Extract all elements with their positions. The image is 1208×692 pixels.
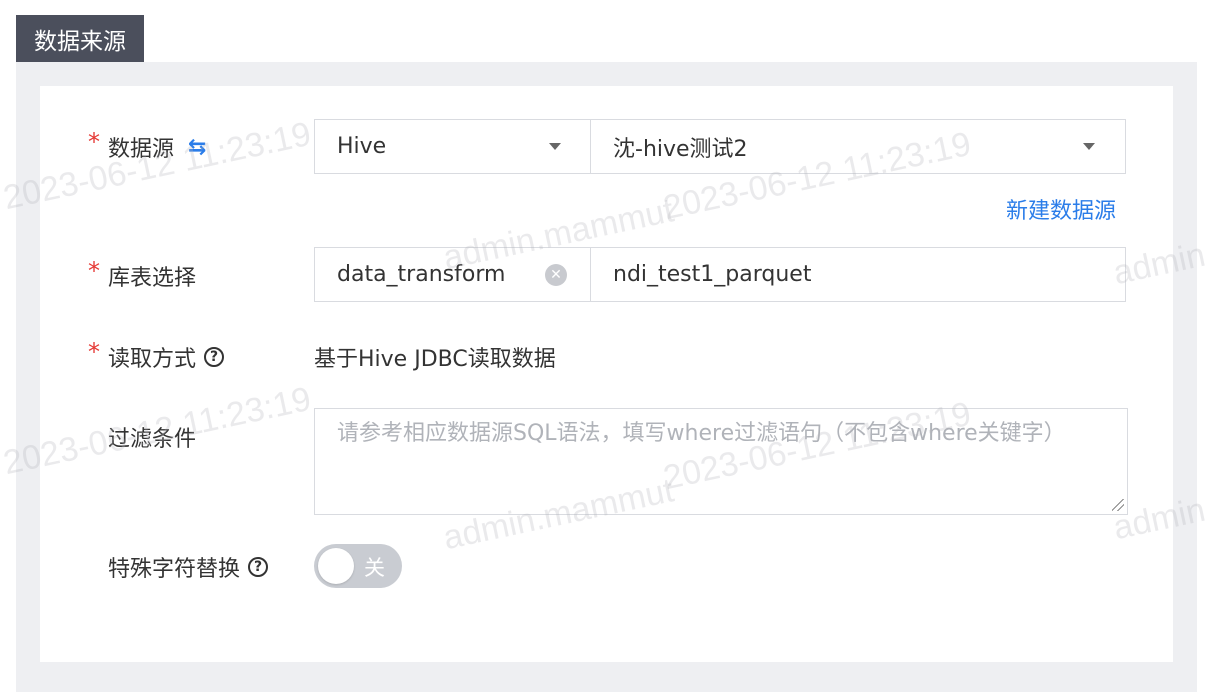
special-char-label-group: 特殊字符替换 ? — [108, 551, 269, 583]
table-value: ndi_test1_parquet — [613, 262, 812, 287]
read-mode-label: 读取方式 — [108, 347, 197, 372]
help-icon[interactable]: ? — [248, 557, 269, 577]
clear-icon[interactable]: ✕ — [545, 264, 567, 286]
toggle-knob — [318, 548, 354, 584]
filter-placeholder: 请参考相应数据源SQL语法，填写where过滤语句（不包含where关键字） — [337, 421, 1066, 446]
filter-label: 过滤条件 — [108, 427, 197, 452]
special-char-toggle[interactable]: 关 — [314, 544, 402, 588]
datasource-label-group: 数据源 ⇆ — [108, 131, 206, 163]
database-select[interactable]: data_transform ✕ — [314, 247, 592, 302]
special-char-label: 特殊字符替换 — [108, 557, 241, 582]
datasource-type-value: Hive — [337, 134, 387, 159]
resize-handle-icon[interactable] — [1112, 499, 1124, 511]
required-mark: * — [88, 257, 100, 285]
filter-textarea[interactable]: 请参考相应数据源SQL语法，填写where过滤语句（不包含where关键字） — [314, 408, 1128, 515]
required-mark: * — [88, 338, 100, 366]
read-mode-label-group: 读取方式 ? — [108, 341, 225, 373]
table-select-label: 库表选择 — [108, 266, 197, 291]
required-mark: * — [88, 128, 100, 156]
toggle-state-text: 关 — [364, 556, 385, 580]
datasource-instance-value: 沈-hive测试2 — [613, 136, 748, 162]
database-value: data_transform — [337, 262, 506, 287]
datasource-type-select[interactable]: Hive — [314, 119, 592, 174]
read-mode-value: 基于Hive JDBC读取数据 — [314, 347, 556, 372]
datasource-label: 数据源 — [108, 137, 175, 162]
caret-down-icon — [549, 143, 561, 150]
caret-down-icon — [1083, 143, 1095, 150]
section-title: 数据来源 — [16, 15, 144, 62]
datasource-instance-select[interactable]: 沈-hive测试2 — [590, 119, 1126, 174]
swap-arrows-icon[interactable]: ⇆ — [188, 135, 206, 160]
new-datasource-link[interactable]: 新建数据源 — [1006, 193, 1116, 225]
table-select[interactable]: ndi_test1_parquet — [590, 247, 1126, 302]
help-icon[interactable]: ? — [204, 347, 225, 367]
